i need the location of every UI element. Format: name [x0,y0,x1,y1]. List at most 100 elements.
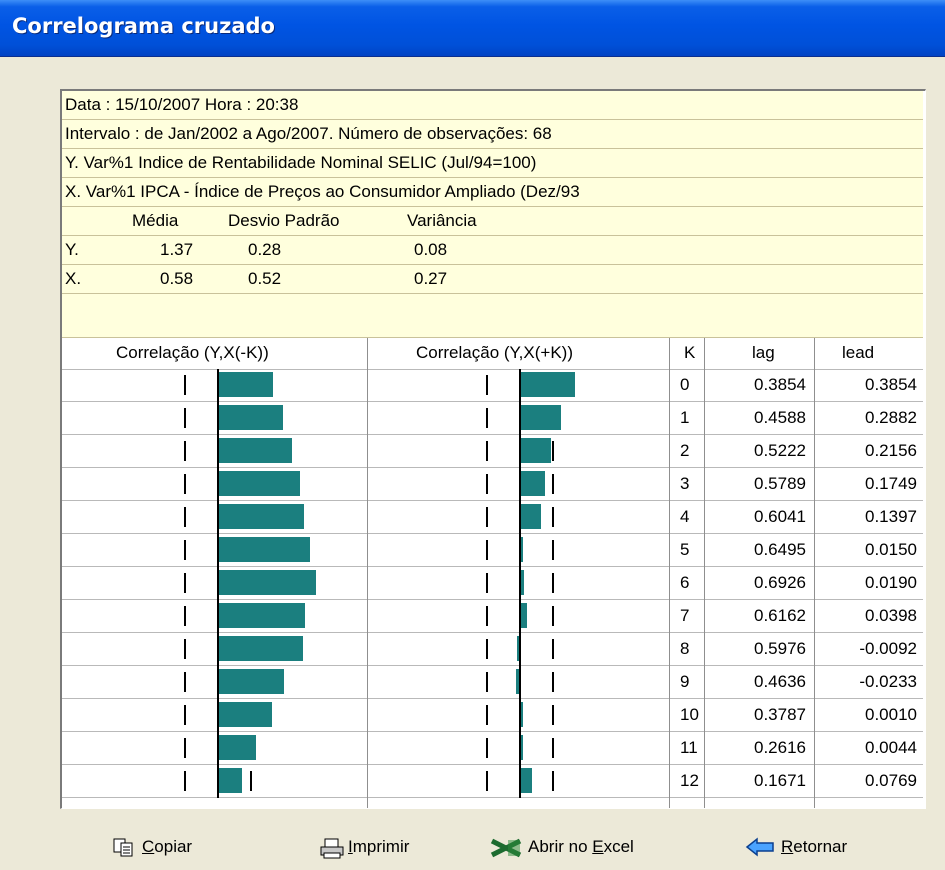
lead-bar [521,768,532,793]
copy-label: Copiar [142,837,193,856]
table-row: 6 0.6926 0.0190 [62,567,923,600]
lead-header: lead [842,343,875,362]
title-bar: Correlograma cruzado [0,0,945,57]
k-value: 0 [680,375,690,394]
significance-tick [184,606,186,626]
lag-bar [219,669,284,694]
significance-tick [184,375,186,395]
lead-value: 0.0190 [865,573,917,592]
significance-tick [486,573,488,593]
lead-bar [521,603,527,628]
x-stats-row: X. 0.58 0.52 0.27 [62,265,923,294]
lag-bar [219,471,301,496]
interval-text: Intervalo : de Jan/2002 a Ago/2007. Núme… [65,124,552,143]
x-variancia: 0.27 [414,269,448,288]
media-header: Média [132,211,179,230]
significance-tick [552,474,554,494]
lead-bar [521,405,562,430]
stats-header-row: Média Desvio Padrão Variância [62,207,923,236]
excel-label: Abrir no Excel [528,837,634,856]
window-title: Correlograma cruzado [12,14,275,38]
table-row: 4 0.6041 0.1397 [62,501,923,534]
copy-button[interactable]: Copiar [112,834,192,860]
table-row: 2 0.5222 0.2156 [62,435,923,468]
divider-charts [367,338,368,808]
significance-tick [184,672,186,692]
significance-tick [552,672,554,692]
lead-value: 0.0044 [865,738,917,757]
k-value: 5 [680,540,690,559]
excel-icon [490,837,522,858]
interval-line: Intervalo : de Jan/2002 a Ago/2007. Núme… [62,120,923,149]
lead-value: 0.2156 [865,441,917,460]
lag-value: 0.4636 [754,672,806,691]
lead-bar [521,702,523,727]
k-header: K [684,343,696,362]
significance-tick [552,573,554,593]
lead-bar [517,636,519,661]
arrow-left-icon [745,837,775,857]
spacer-row [62,294,923,338]
lag-value: 0.5789 [754,474,806,493]
lag-value: 0.1671 [754,771,806,790]
k-value: 4 [680,507,690,526]
k-value: 7 [680,606,690,625]
lead-value: 0.3854 [865,375,917,394]
y-description: Y. Var%1 Indice de Rentabilidade Nominal… [62,149,923,178]
right-chart-header: Correlação (Y,X(+K)) [416,343,573,362]
significance-tick [552,639,554,659]
lag-value: 0.3787 [754,705,806,724]
x-stats-label: X. [65,269,82,288]
lag-value: 0.6041 [754,507,806,526]
k-value: 12 [680,771,699,790]
lag-value: 0.6926 [754,573,806,592]
significance-tick [486,408,488,428]
results-panel: Data : 15/10/2007 Hora : 20:38 Intervalo… [60,89,926,809]
lead-value: 0.2882 [865,408,917,427]
x-desc-text: X. Var%1 IPCA - Índice de Preços ao Cons… [65,182,580,201]
lag-value: 0.2616 [754,738,806,757]
lag-value: 0.6162 [754,606,806,625]
k-value: 10 [680,705,699,724]
back-button[interactable]: Retornar [745,834,847,860]
variancia-header: Variância [407,211,477,230]
y-stats-label: Y. [65,240,79,259]
lag-bar [219,768,243,793]
x-desvio: 0.52 [248,269,282,288]
significance-tick [486,738,488,758]
zero-axis [519,666,521,699]
desvio-header: Desvio Padrão [228,211,340,230]
print-label: Imprimir [348,837,410,856]
k-value: 9 [680,672,690,691]
significance-tick [486,672,488,692]
significance-tick [486,474,488,494]
excel-button[interactable]: Abrir no Excel [490,834,634,860]
lag-value: 0.6495 [754,540,806,559]
lead-bar [521,438,552,463]
lag-bar [219,603,306,628]
table-row: 7 0.6162 0.0398 [62,600,923,633]
significance-tick [184,771,186,791]
lead-value: 0.0150 [865,540,917,559]
significance-tick [552,771,554,791]
lag-bar [219,372,273,397]
lag-value: 0.5222 [754,441,806,460]
lead-value: 0.0010 [865,705,917,724]
significance-tick [552,507,554,527]
lead-bar [521,372,575,397]
table-row: 8 0.5976 -0.0092 [62,633,923,666]
lag-value: 0.5976 [754,639,806,658]
lag-bar [219,735,256,760]
significance-tick [250,771,252,791]
table-row: 10 0.3787 0.0010 [62,699,923,732]
print-button[interactable]: Imprimir [318,834,409,860]
y-stats-row: Y. 1.37 0.28 0.08 [62,236,923,265]
table-row: 5 0.6495 0.0150 [62,534,923,567]
table-row: 12 0.1671 0.0769 [62,765,923,798]
significance-tick [486,606,488,626]
significance-tick [552,738,554,758]
lag-bar [219,405,284,430]
lag-bar [219,702,273,727]
lead-value: 0.1397 [865,507,917,526]
lead-bar [521,570,524,595]
